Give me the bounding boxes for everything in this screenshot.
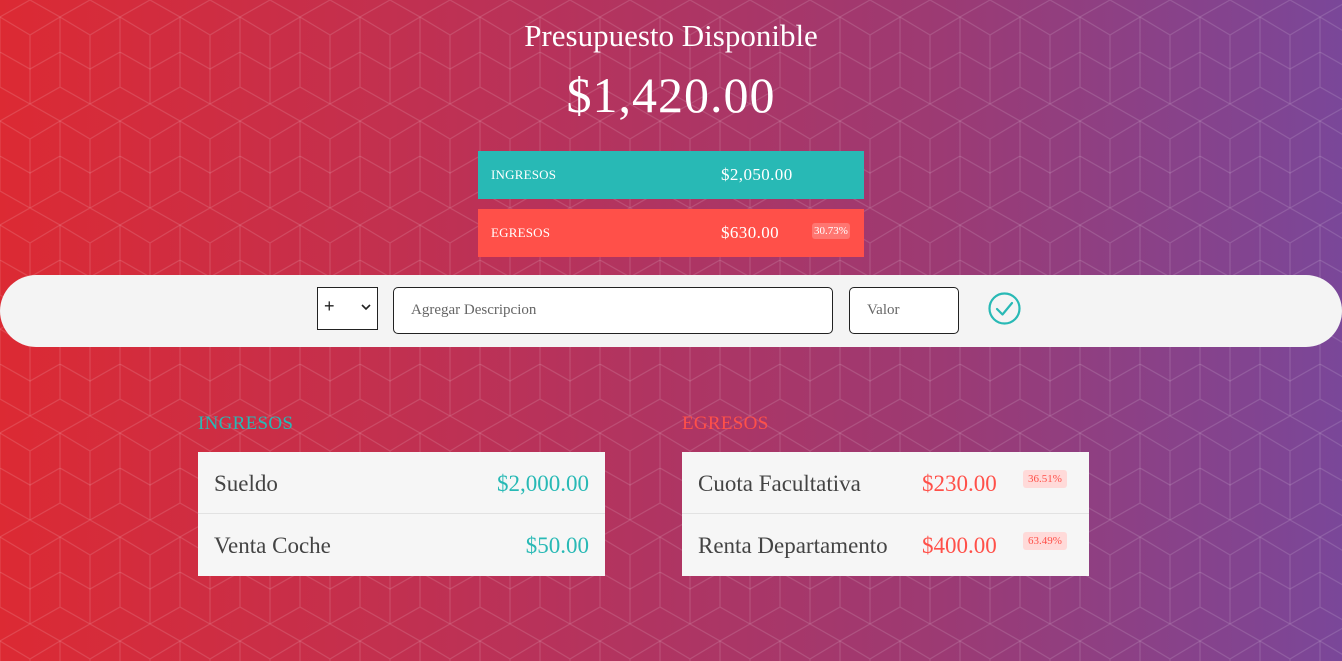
expense-summary-percent-badge: 30.73% [812,223,850,239]
item-description: Renta Departamento [698,533,888,558]
value-input[interactable] [849,287,959,334]
expense-list-title: EGRESOS [682,413,769,434]
item-description: Venta Coche [214,533,331,558]
income-summary-bar: INGRESOS $2,050.00 [478,151,864,199]
item-percent-badge: 63.49% [1023,532,1067,550]
item-percent-badge: 36.51% [1023,470,1067,488]
income-summary-label: INGRESOS [491,167,557,182]
income-list-title: INGRESOS [198,413,294,434]
list-item: Sueldo $2,000.00 [198,452,605,514]
chevron-down-icon [361,304,371,311]
type-select-value: + [324,296,335,316]
item-value: $50.00 [525,533,589,558]
expense-summary-bar: EGRESOS $630.00 30.73% [478,209,864,257]
item-description: Sueldo [214,471,278,496]
item-value: $400.00 [922,533,997,558]
add-entry-bar: + [0,275,1342,347]
type-select[interactable]: + [317,287,378,330]
income-summary-value: $2,050.00 [721,165,793,184]
item-value: $2,000.00 [497,471,589,496]
description-input[interactable] [393,287,833,334]
item-description: Cuota Facultativa [698,471,861,496]
item-value: $230.00 [922,471,997,496]
expense-summary-label: EGRESOS [491,225,551,240]
expense-list: Cuota Facultativa $230.00 36.51% Renta D… [682,452,1089,576]
checkmark-circle-icon[interactable] [987,291,1022,326]
expense-summary-value: $630.00 [721,223,780,242]
available-budget-total: $1,420.00 [566,67,776,123]
list-item: Renta Departamento $400.00 63.49% [682,514,1089,576]
list-item: Cuota Facultativa $230.00 36.51% [682,452,1089,514]
income-list: Sueldo $2,000.00 Venta Coche $50.00 [198,452,605,576]
list-item: Venta Coche $50.00 [198,514,605,576]
page-title: Presupuesto Disponible [524,18,818,53]
